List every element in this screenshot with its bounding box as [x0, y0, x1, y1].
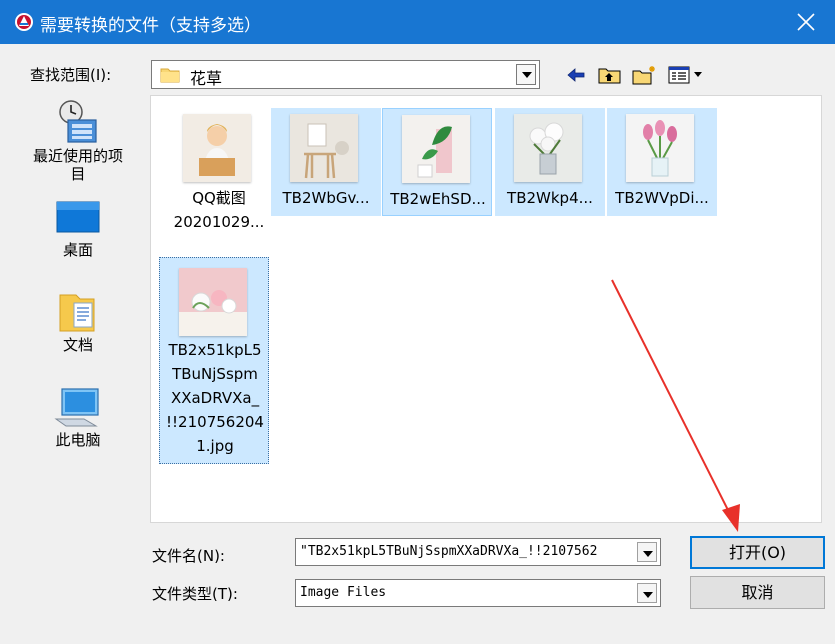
file-thumbnail: [179, 268, 247, 336]
file-name: TB2x51kpL5: [168, 341, 262, 359]
lookin-dropdown[interactable]: 花草: [151, 60, 540, 89]
places-bar: 最近使用的项 目 桌面 文档 此电脑: [16, 96, 140, 466]
place-label-computer: 此电脑: [55, 431, 101, 449]
file-name: TB2wEhSD...: [390, 190, 486, 208]
file-list[interactable]: QQ截图 20201029... TB2WbGv... TB2wEhSD...: [150, 95, 822, 523]
filetype-label: 文件类型(T):: [152, 585, 238, 603]
app-icon: [14, 12, 34, 32]
place-label-desktop: 桌面: [62, 241, 93, 259]
file-name-cont: 20201029...: [173, 213, 265, 231]
file-name: TB2Wkp4...: [507, 189, 593, 207]
lookin-label: 查找范围(I):: [30, 66, 112, 84]
filetype-dropdown-arrow[interactable]: [637, 583, 657, 603]
file-item[interactable]: TB2x51kpL5 TBuNjSspm XXaDRVXa_ !!2107562…: [159, 257, 269, 464]
view-menu-button[interactable]: [666, 62, 710, 88]
window-title: 需要转换的文件（支持多选）: [40, 16, 261, 36]
filename-label: 文件名(N):: [152, 547, 225, 565]
place-documents[interactable]: 文档: [16, 291, 140, 363]
filetype-value: Image Files: [300, 585, 387, 600]
file-name: TB2WVpDi...: [615, 189, 709, 207]
close-button[interactable]: [777, 0, 835, 44]
place-computer[interactable]: 此电脑: [16, 386, 140, 458]
file-thumbnail: [183, 114, 251, 182]
chevron-down-icon: [643, 592, 653, 598]
file-thumbnail: [514, 114, 582, 182]
file-thumbnail: [626, 114, 694, 182]
view-menu-icon: [668, 66, 702, 84]
lookin-value: 花草: [190, 69, 223, 88]
folder-icon: [160, 65, 180, 85]
new-folder-button[interactable]: [630, 62, 656, 88]
filename-input[interactable]: "TB2x51kpL5TBuNjSspmXXaDRVXa_!!2107562: [300, 544, 636, 559]
desktop-icon: [56, 201, 100, 233]
computer-icon: [54, 388, 99, 427]
close-icon: [797, 13, 815, 31]
new-folder-icon: [632, 66, 655, 85]
back-button[interactable]: [563, 62, 589, 88]
up-folder-button[interactable]: [596, 62, 622, 88]
file-item[interactable]: TB2Wkp4...: [495, 108, 605, 216]
back-arrow-icon: [567, 68, 585, 82]
file-thumbnail: [402, 115, 470, 183]
file-item[interactable]: QQ截图 20201029...: [164, 108, 274, 238]
file-item[interactable]: TB2WbGv...: [271, 108, 381, 216]
place-desktop[interactable]: 桌面: [16, 196, 140, 268]
file-name-cont: TBuNjSspm: [172, 365, 258, 383]
filename-dropdown-arrow[interactable]: [637, 542, 657, 562]
file-name-cont: 1.jpg: [196, 437, 234, 455]
chevron-down-icon: [522, 72, 532, 78]
open-button[interactable]: 打开(O): [690, 536, 825, 569]
filename-combo[interactable]: "TB2x51kpL5TBuNjSspmXXaDRVXa_!!2107562: [295, 538, 661, 566]
chevron-down-icon: [643, 551, 653, 557]
cancel-button[interactable]: 取消: [690, 576, 825, 609]
documents-icon: [59, 294, 95, 332]
lookin-dropdown-arrow[interactable]: [516, 64, 536, 85]
file-name: TB2WbGv...: [282, 189, 370, 207]
file-thumbnail: [290, 114, 358, 182]
place-recent-items[interactable]: 最近使用的项 目: [16, 96, 140, 188]
up-folder-icon: [598, 68, 621, 84]
recent-items-icon: [59, 100, 97, 143]
filetype-combo[interactable]: Image Files: [295, 579, 661, 607]
file-name-cont: !!210756204: [166, 413, 264, 431]
file-item[interactable]: TB2wEhSD...: [382, 108, 492, 216]
place-label-recent-cont: 目: [70, 165, 86, 183]
file-name-cont: XXaDRVXa_: [170, 389, 260, 407]
place-label-recent: 最近使用的项: [32, 147, 123, 165]
file-item[interactable]: TB2WVpDi...: [607, 108, 717, 216]
place-label-documents: 文档: [62, 336, 93, 354]
file-name: QQ截图: [192, 189, 246, 207]
title-bar: 需要转换的文件（支持多选）: [0, 0, 835, 44]
